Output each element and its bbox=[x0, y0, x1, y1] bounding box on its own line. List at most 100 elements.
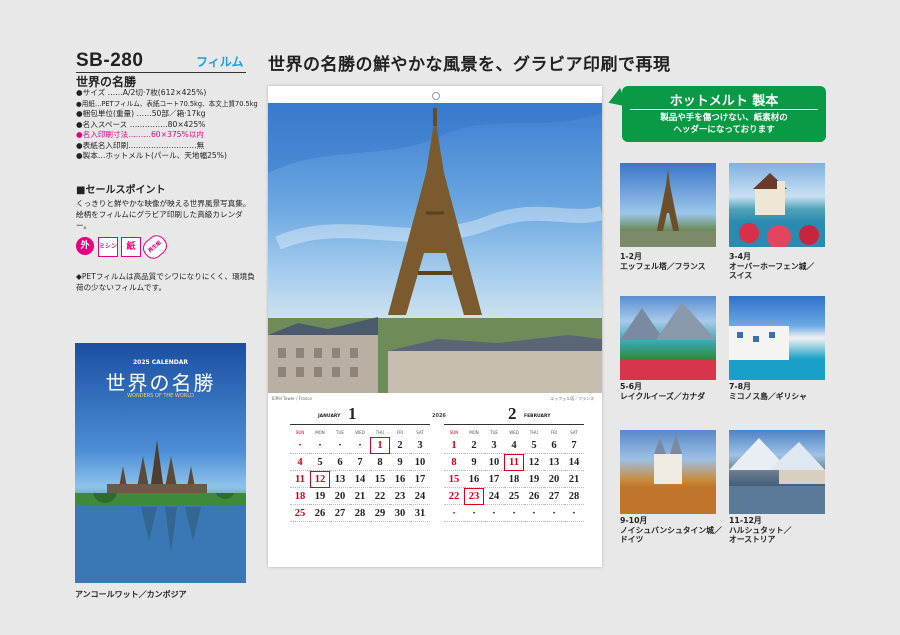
day-cell: 5 bbox=[524, 437, 544, 454]
day-cell: 15 bbox=[370, 470, 390, 488]
day-cell: 5 bbox=[310, 453, 330, 471]
weekday-label: THU bbox=[529, 429, 539, 435]
day-cell: 21 bbox=[350, 487, 370, 505]
thumbnail-place: ハルシュタット／ bbox=[729, 525, 792, 535]
month-name: FEBRUARY bbox=[524, 414, 551, 419]
weekday-label: FRI bbox=[550, 429, 558, 435]
day-cell: · bbox=[444, 504, 464, 522]
thumbnail-lake-louise bbox=[620, 296, 716, 380]
day-cell: 18 bbox=[290, 487, 310, 505]
day-cell: · bbox=[524, 504, 544, 522]
day-cell: 19 bbox=[310, 487, 330, 505]
day-cell: 12 bbox=[524, 453, 544, 471]
day-cell: · bbox=[464, 504, 484, 522]
thumbnail-caption: 3-4月 オーバーホーフェン城／ スイス bbox=[729, 252, 839, 281]
thumbnail-place: レイクルイーズ／カナダ bbox=[620, 391, 705, 401]
temple-illustration bbox=[107, 440, 207, 498]
day-cell: 20 bbox=[544, 470, 564, 488]
day-cell: · bbox=[330, 437, 350, 454]
callout-body-line: ヘッダーになっております bbox=[673, 124, 775, 135]
headline: 世界の名勝の鮮やかな風景を、グラビア印刷で再現 bbox=[268, 55, 671, 75]
day-cell: 26 bbox=[310, 504, 330, 522]
day-cell: 30 bbox=[390, 504, 410, 522]
hanging-hole bbox=[432, 92, 440, 100]
pet-film-note: ◆PETフィルムは高品質でシワになりにくく、環境負荷の少ないフィルムです。 bbox=[76, 272, 255, 292]
day-cell: · bbox=[504, 504, 524, 522]
day-cell: 22 bbox=[444, 487, 464, 505]
day-cell: 22 bbox=[370, 487, 390, 505]
day-cell: · bbox=[544, 504, 564, 522]
day-cell: 25 bbox=[504, 487, 524, 505]
day-cell: 1 bbox=[444, 437, 464, 454]
day-cell: 15 bbox=[444, 470, 464, 488]
weekday-label: WED bbox=[355, 429, 365, 435]
month-february: 2 FEBRUARY SUN MON TUE WED THU FRI SAT 1… bbox=[444, 404, 584, 522]
day-cell: · bbox=[564, 504, 584, 522]
day-cell: 2 bbox=[390, 437, 410, 454]
day-cell: 11 bbox=[504, 453, 524, 471]
castle-icon bbox=[739, 173, 819, 247]
day-cell: 28 bbox=[350, 504, 370, 522]
thumbnail-oberhofen bbox=[729, 163, 825, 247]
weekday-label: WED bbox=[509, 429, 519, 435]
lake-town-icon bbox=[729, 438, 825, 514]
day-cell: 31 bbox=[410, 504, 430, 522]
day-cell: 7 bbox=[350, 453, 370, 471]
day-cell: 6 bbox=[544, 437, 564, 454]
thumbnail-place: ミコノス島／ギリシャ bbox=[729, 391, 807, 401]
day-cell: 3 bbox=[410, 437, 430, 454]
weekday-label: TUE bbox=[490, 429, 498, 435]
sales-point-heading: ■セールスポイント bbox=[76, 185, 166, 196]
cover-subtitle: WONDERS OF THE WORLD bbox=[127, 393, 194, 399]
outside-print-icon: 外 bbox=[76, 237, 94, 255]
weekday-label: SUN bbox=[449, 429, 459, 435]
spec-item: ●サイズ ……A/2切·7枚(612×425%) bbox=[76, 88, 207, 97]
weekday-label: FRI bbox=[396, 429, 404, 435]
thumbnail-months: 7-8月 bbox=[729, 382, 751, 391]
day-cell: 2 bbox=[464, 437, 484, 454]
day-cell: 8 bbox=[444, 453, 464, 471]
cover-caption: アンコールワット／カンボジア bbox=[75, 590, 187, 599]
month-january: JANUARY 1 SUN MON TUE WED THU FRI SAT · … bbox=[290, 404, 430, 522]
day-cell: · bbox=[290, 437, 310, 454]
spec-item-print-size: ●名入印刷寸法………60×375%以内 bbox=[76, 130, 204, 139]
weekday-label: MON bbox=[469, 429, 479, 435]
day-cell: 21 bbox=[564, 470, 584, 488]
calendar-sheet: Eiffel Tower / France エッフェル塔／フランス 2026 J… bbox=[268, 86, 602, 567]
day-cell: 8 bbox=[370, 453, 390, 471]
day-cell: 18 bbox=[504, 470, 524, 488]
day-cell: 26 bbox=[524, 487, 544, 505]
product-type-label: フィルム bbox=[196, 55, 244, 69]
month-grid: SUN MON TUE WED THU FRI SAT 1 2 3 4 5 6 … bbox=[444, 427, 584, 522]
weekday-label: THU bbox=[375, 429, 385, 435]
thumbnail-caption: 9-10月 ノイシュバンシュタイン城／ ドイツ bbox=[620, 516, 730, 545]
month-number: 1 bbox=[348, 404, 357, 423]
day-cell: 29 bbox=[370, 504, 390, 522]
spec-item: ●用紙…PETフィルム、表紙コート70.5kg、本文上質70.5kg bbox=[76, 99, 258, 108]
day-cell: 23 bbox=[464, 487, 484, 505]
thumbnail-place: スイス bbox=[729, 271, 753, 281]
thumbnail-place: オーバーホーフェン城／ bbox=[729, 261, 815, 271]
thumbnail-months: 3-4月 bbox=[729, 252, 751, 261]
main-photo bbox=[268, 103, 602, 393]
thumbnail-mykonos bbox=[729, 296, 825, 380]
callout-body-line: 製品や手を傷つけない、紙素材の bbox=[660, 113, 788, 123]
month-number: 2 bbox=[508, 404, 517, 423]
thumbnail-place: ノイシュバンシュタイン城／ bbox=[620, 525, 722, 535]
thumbnail-months: 9-10月 bbox=[620, 516, 648, 525]
day-cell: 3 bbox=[484, 437, 504, 454]
day-cell: 17 bbox=[484, 470, 504, 488]
island-icon bbox=[729, 326, 789, 360]
day-cell: · bbox=[310, 437, 330, 454]
cover-top-text: 2025 CALENDAR bbox=[132, 359, 189, 366]
day-cell: 14 bbox=[350, 470, 370, 488]
hotmelt-callout: ホットメルト 製本 製品や手を傷つけない、紙素材の ヘッダーになっております bbox=[605, 86, 826, 142]
day-cell: 27 bbox=[330, 504, 350, 522]
day-cell: 13 bbox=[330, 470, 350, 488]
cover-image: 2025 CALENDAR 世界の名勝 WONDERS OF THE WORLD bbox=[75, 343, 246, 583]
day-cell: 4 bbox=[504, 437, 524, 454]
thumbnail-caption: 5-6月 レイクルイーズ／カナダ bbox=[620, 382, 730, 401]
thumbnail-place: エッフェル塔／フランス bbox=[620, 261, 706, 271]
thumbnail-caption: 11-12月 ハルシュタット／ オーストリア bbox=[729, 516, 839, 545]
sales-point-body: くっきりと鮮やかな映像が映える世界風景写真集。絵柄をフィルムにグラビア印刷した高… bbox=[76, 199, 251, 230]
